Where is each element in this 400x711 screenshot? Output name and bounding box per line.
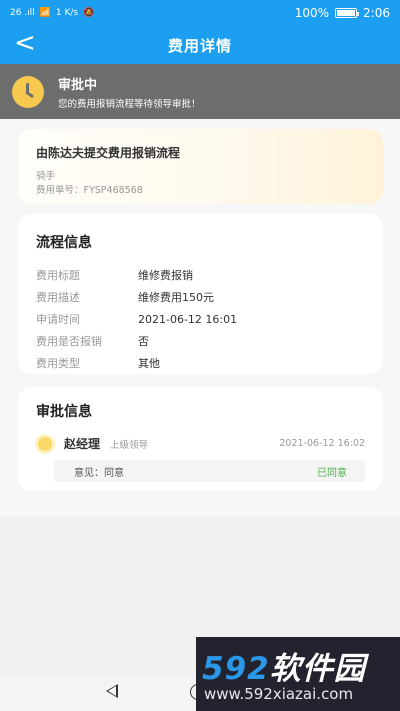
approver-dot-icon — [38, 436, 52, 451]
info-label: 费用标题 — [36, 269, 80, 282]
info-row: 申请时间 2021-06-12 16:01 — [36, 308, 365, 330]
info-label: 申请时间 — [36, 313, 80, 326]
chevron-left-icon: < — [14, 28, 36, 58]
watermark: 592软件园 www.592xiazai.com — [196, 637, 400, 711]
info-value: 2021-06-12 16:01 — [138, 312, 238, 326]
approval-status-banner: 审批中 您的费用报销流程等待领导审批！ — [0, 64, 400, 119]
back-button[interactable]: < — [14, 30, 36, 56]
battery-percent: 100% — [294, 6, 330, 20]
signal-indicator: 26 .ıll — [10, 8, 35, 18]
info-row: 费用是否报销 否 — [36, 330, 365, 352]
network-speed: 1 K/s — [55, 8, 79, 18]
info-row: 费用描述 维修费用150元 — [36, 286, 365, 308]
status-bar: 26 .ıll 📶 1 K/s 🔕 100% 2:06 — [0, 0, 400, 26]
watermark-logo: 592软件园 — [202, 651, 366, 687]
opinion-text: 意见：同意 — [74, 467, 124, 479]
approval-opinion: 意见：同意 已同意 — [54, 460, 365, 482]
info-row: 费用类型 其他 — [36, 352, 365, 374]
battery-icon — [335, 8, 360, 18]
submitter-role: 骑手 — [36, 171, 56, 182]
approval-status: 已同意 — [317, 467, 347, 479]
clock-icon — [12, 75, 44, 108]
approver-role: 上级领导 — [110, 439, 149, 451]
approval-info-title: 审批信息 — [36, 404, 92, 420]
clock-time: 2:06 — [363, 6, 390, 20]
status-subtitle: 您的费用报销流程等待领导审批！ — [58, 98, 201, 110]
process-title: 由陈达夫提交费用报销流程 — [36, 146, 181, 160]
watermark-url: www.592xiazai.com — [204, 685, 354, 703]
info-value: 其他 — [138, 357, 160, 370]
back-triangle-icon[interactable] — [106, 684, 118, 698]
mute-icon: 🔕 — [83, 8, 95, 18]
order-number: 费用单号：FYSP468568 — [36, 185, 143, 196]
approval-time: 2021-06-12 16:02 — [279, 438, 365, 449]
status-title: 审批中 — [58, 77, 98, 93]
content-area: 由陈达夫提交费用报销流程 骑手 费用单号：FYSP468568 流程信息 费用标… — [0, 119, 400, 517]
wifi-icon: 📶 — [39, 8, 51, 18]
flow-info-card: 流程信息 费用标题 维修费报销 费用描述 维修费用150元 申请时间 2021-… — [18, 214, 383, 374]
info-value: 维修费报销 — [138, 269, 193, 282]
approver-name: 赵经理 — [64, 437, 101, 451]
process-card: 由陈达夫提交费用报销流程 骑手 费用单号：FYSP468568 — [18, 129, 383, 204]
info-value: 维修费用150元 — [138, 291, 214, 304]
info-label: 费用描述 — [36, 291, 80, 304]
info-row: 费用标题 维修费报销 — [36, 264, 365, 286]
info-label: 费用是否报销 — [36, 335, 102, 348]
flow-info-title: 流程信息 — [36, 235, 92, 251]
approver-row: 赵经理 上级领导 2021-06-12 16:02 — [36, 435, 365, 452]
info-label: 费用类型 — [36, 357, 80, 370]
page-title: 费用详情 — [167, 36, 232, 55]
approval-info-card: 审批信息 赵经理 上级领导 2021-06-12 16:02 意见：同意 已同意 — [18, 387, 383, 491]
nav-bar: < 费用详情 — [0, 26, 400, 64]
info-value: 否 — [138, 335, 149, 348]
